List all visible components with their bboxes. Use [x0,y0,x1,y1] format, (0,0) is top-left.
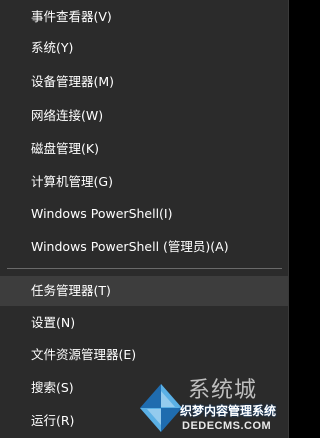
menu-item-network-connections[interactable]: 网络连接(W) [0,101,288,131]
watermark: 系统城 织梦内容管理系统 DEDECMS.COM [136,378,289,438]
context-menu: 事件查看器(V) 系统(Y) 设备管理器(M) 网络连接(W) 磁盘管理(K) … [0,0,289,438]
menu-item-powershell[interactable]: Windows PowerShell(I) [0,199,288,229]
menu-item-file-explorer[interactable]: 文件资源管理器(E) [0,340,288,370]
windows-logo-icon [140,384,182,432]
menu-item-task-manager[interactable]: 任务管理器(T) [0,276,288,306]
watermark-brand: 系统城 [188,378,258,403]
menu-item-settings[interactable]: 设置(N) [0,308,288,338]
watermark-name: 织梦内容管理系统 [180,404,277,418]
menu-item-disk-management[interactable]: 磁盘管理(K) [0,134,288,164]
menu-item-event-viewer[interactable]: 事件查看器(V) [0,2,288,32]
menu-separator [7,268,282,269]
watermark-site: DEDECMS.COM [182,420,272,432]
menu-item-computer-management[interactable]: 计算机管理(G) [0,167,288,197]
menu-item-device-manager[interactable]: 设备管理器(M) [0,67,288,97]
menu-item-powershell-admin[interactable]: Windows PowerShell (管理员)(A) [0,232,288,262]
menu-item-system[interactable]: 系统(Y) [0,33,288,63]
